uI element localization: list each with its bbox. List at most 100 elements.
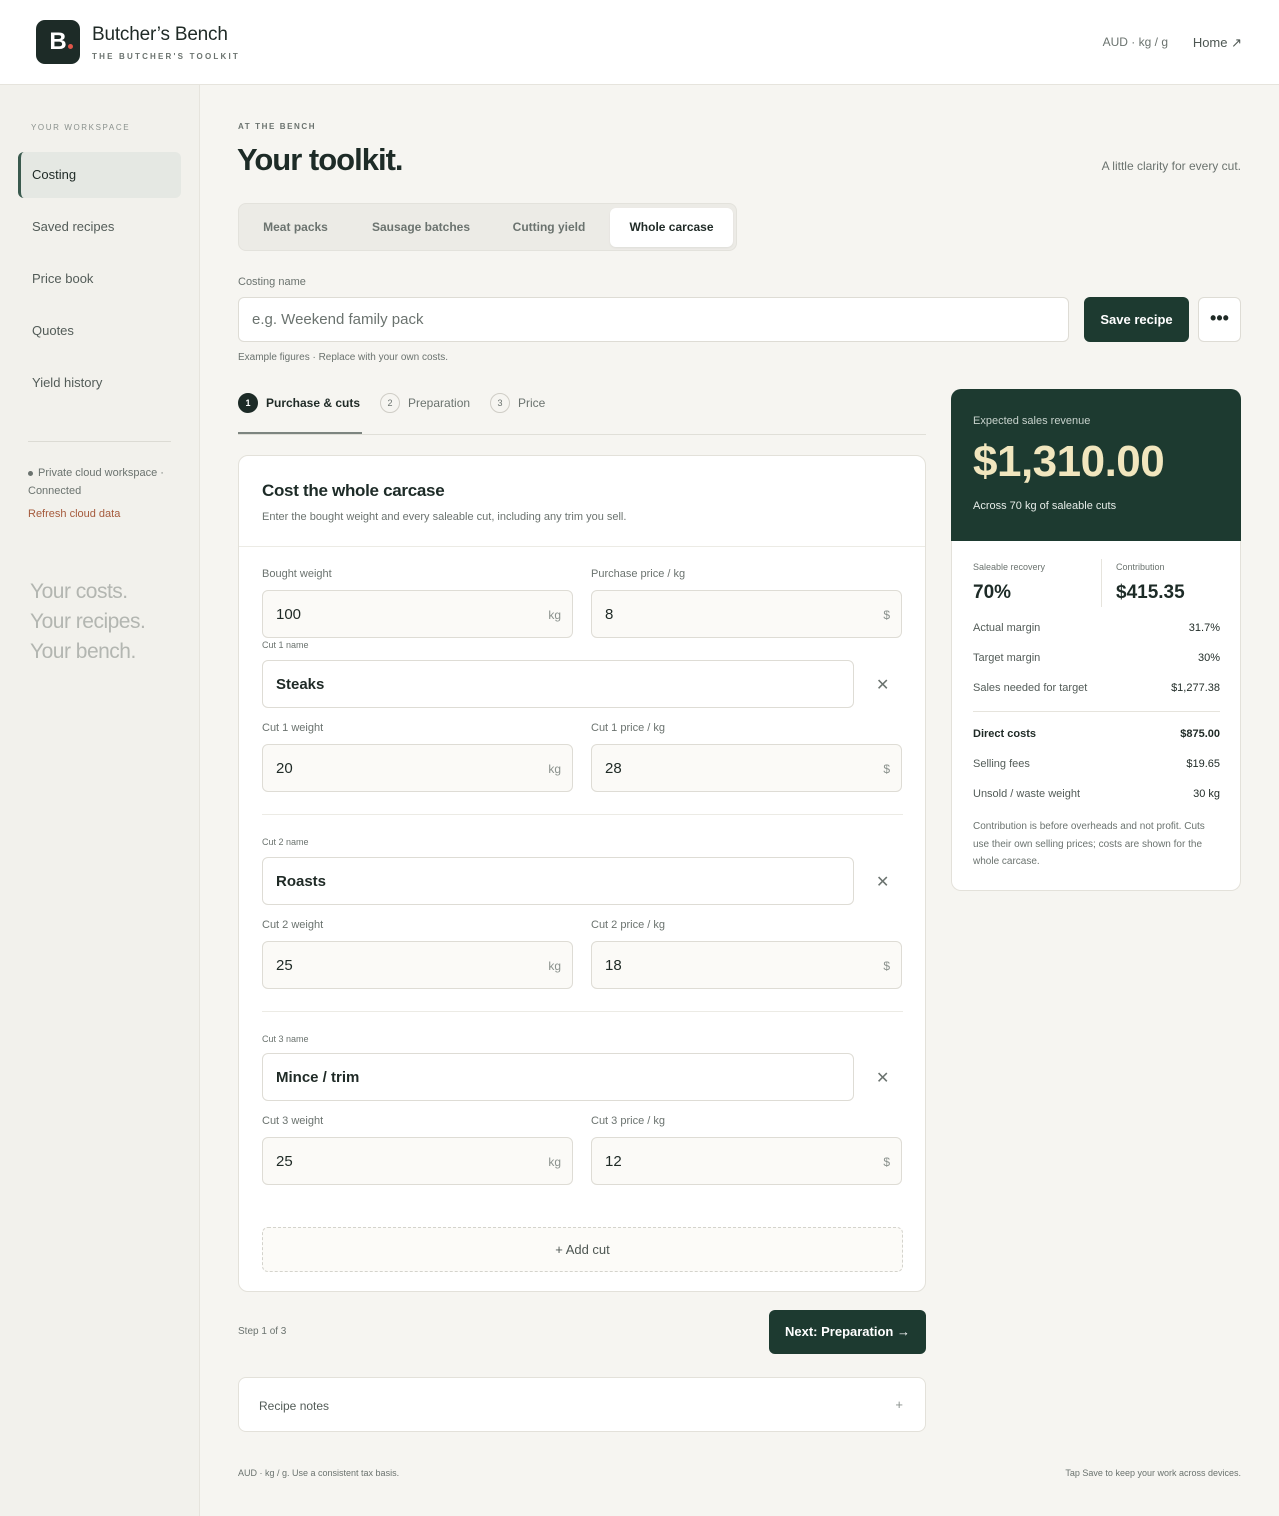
remove-cut-icon[interactable]: ✕ [876, 875, 889, 891]
card-title: Cost the whole carcase [262, 481, 445, 500]
cut-price-input[interactable]: 12 $ [591, 1137, 902, 1185]
currency-suffix: $ [883, 608, 890, 622]
cost-label: Selling fees [973, 758, 1030, 770]
metric-row: Sales needed for target $1,277.38 [973, 682, 1220, 694]
unit-suffix: kg [548, 959, 561, 973]
cut-divider [262, 814, 903, 815]
step-indicator: 1 Purchase & cuts 2 Preparation 3 Price [238, 390, 926, 435]
cloud-status-text: Private cloud workspace · Connected [28, 467, 164, 497]
units-indicator: AUD · kg / g [1102, 35, 1168, 49]
step-preparation[interactable]: 2 Preparation [380, 393, 470, 413]
tab-meat-packs[interactable]: Meat packs [243, 208, 348, 247]
cut-weight-input[interactable]: 25 kg [262, 1137, 573, 1185]
contribution-fine-print: Contribution is before overheads and not… [973, 821, 1205, 867]
sidebar-tagline: Your costs. Your recipes. Your bench. [30, 577, 146, 667]
card-subtitle: Enter the bought weight and every saleab… [262, 511, 627, 523]
costing-name-input[interactable] [238, 297, 1069, 342]
contribution-value: $415.35 [1116, 582, 1185, 603]
cut-weight-label: Cut 3 weight [262, 1115, 324, 1127]
sidebar: YOUR WORKSPACE Costing Saved recipes Pri… [0, 85, 200, 1516]
cut-price-value: 12 [605, 1153, 622, 1170]
purchase-price-value: 8 [605, 606, 614, 623]
status-dot-icon [28, 470, 33, 476]
cut-name-value: Steaks [276, 676, 325, 693]
step-label: Preparation [408, 396, 471, 410]
refresh-cloud-link[interactable]: Refresh cloud data [28, 508, 120, 520]
step-number: 2 [380, 393, 400, 413]
cut-price-input[interactable]: 18 $ [591, 941, 902, 989]
cut-price-label: Cut 1 price / kg [591, 722, 665, 734]
more-options-button[interactable]: ••• [1198, 297, 1241, 342]
brand-name: Butcher’s Bench [92, 24, 228, 45]
cut-name-input[interactable]: Roasts [262, 857, 854, 905]
currency-suffix: $ [883, 959, 890, 973]
cut-name-value: Roasts [276, 873, 327, 890]
brand-logo[interactable]: B [36, 20, 80, 64]
cut-name-value: Mince / trim [276, 1069, 360, 1086]
tagline-line: Your recipes. [30, 610, 146, 633]
cut-weight-label: Cut 1 weight [262, 722, 324, 734]
tab-whole-carcase[interactable]: Whole carcase [610, 208, 733, 247]
metric-value: 30% [1197, 652, 1220, 664]
cut-price-label: Cut 3 price / kg [591, 1115, 665, 1127]
cost-row: Unsold / waste weight 30 kg [973, 788, 1220, 800]
expand-plus-icon: + [895, 1397, 903, 1412]
tab-sausage-batches[interactable]: Sausage batches [355, 208, 487, 247]
cut-price-input[interactable]: 28 $ [591, 744, 902, 792]
bought-weight-label: Bought weight [262, 568, 332, 580]
tagline-line: Your costs. [30, 580, 128, 603]
metric-value: $1,277.38 [1171, 682, 1220, 694]
save-recipe-button[interactable]: Save recipe [1084, 297, 1189, 342]
metric-value: 31.7% [1188, 622, 1220, 634]
sidebar-item-yield-history[interactable]: Yield history [18, 360, 181, 406]
sidebar-item-quotes[interactable]: Quotes [18, 308, 181, 354]
recovery-value: 70% [973, 582, 1012, 603]
page-eyebrow: AT THE BENCH [238, 122, 317, 131]
cut-name-input[interactable]: Steaks [262, 660, 854, 708]
cloud-status: Private cloud workspace · Connected [28, 464, 178, 500]
cost-value: $875.00 [1180, 728, 1220, 740]
step-number: 3 [490, 393, 510, 413]
summary-details: Saleable recovery 70% Contribution $415.… [951, 541, 1241, 891]
purchase-price-input[interactable]: 8 $ [591, 590, 902, 638]
currency-suffix: $ [883, 1155, 890, 1169]
example-note: Example figures · Replace with your own … [238, 352, 449, 363]
purchase-price-label: Purchase price / kg [591, 568, 686, 580]
cost-label: Unsold / waste weight [973, 788, 1080, 800]
brand-tagline: THE BUTCHER'S TOOLKIT [92, 52, 240, 61]
sidebar-item-price-book[interactable]: Price book [18, 256, 181, 302]
unit-suffix: kg [548, 608, 561, 622]
tab-cutting-yield[interactable]: Cutting yield [493, 208, 605, 247]
revenue-amount: $1,310.00 [973, 437, 1165, 486]
cost-value: $19.65 [1186, 758, 1220, 770]
footer-tax-note: AUD · kg / g. Use a consistent tax basis… [238, 1468, 400, 1478]
cut-weight-input[interactable]: 25 kg [262, 941, 573, 989]
step-purchase-cuts[interactable]: 1 Purchase & cuts [238, 393, 360, 413]
remove-cut-icon[interactable]: ✕ [876, 1071, 889, 1087]
home-link[interactable]: Home ↗ [1193, 35, 1242, 51]
card-divider [239, 546, 925, 547]
recipe-notes-toggle[interactable]: Recipe notes + [238, 1377, 926, 1432]
sidebar-item-saved-recipes[interactable]: Saved recipes [18, 204, 181, 250]
currency-suffix: $ [883, 762, 890, 776]
add-cut-button[interactable]: + Add cut [262, 1227, 903, 1272]
remove-cut-icon[interactable]: ✕ [876, 678, 889, 694]
revenue-summary: Expected sales revenue $1,310.00 Across … [951, 389, 1241, 541]
bought-weight-value: 100 [276, 606, 302, 623]
unit-suffix: kg [548, 762, 561, 776]
sidebar-item-costing[interactable]: Costing [18, 152, 181, 198]
step-price[interactable]: 3 Price [490, 393, 545, 413]
revenue-subtext: Across 70 kg of saleable cuts [973, 500, 1117, 512]
workspace-label: YOUR WORKSPACE [31, 123, 131, 132]
footer-save-note: Tap Save to keep your work across device… [1065, 1468, 1241, 1478]
cost-value: 30 kg [1193, 788, 1220, 800]
costing-name-label: Costing name [238, 276, 306, 288]
bought-weight-input[interactable]: 100 kg [262, 590, 573, 638]
cut-weight-input[interactable]: 20 kg [262, 744, 573, 792]
cut-weight-value: 20 [276, 760, 293, 777]
cost-label: Direct costs [973, 728, 1036, 740]
cut-name-label: Cut 3 name [262, 1034, 309, 1044]
next-preparation-button[interactable]: Next: Preparation → [769, 1310, 926, 1354]
cut-name-input[interactable]: Mince / trim [262, 1053, 854, 1101]
active-step-underline [238, 432, 362, 434]
